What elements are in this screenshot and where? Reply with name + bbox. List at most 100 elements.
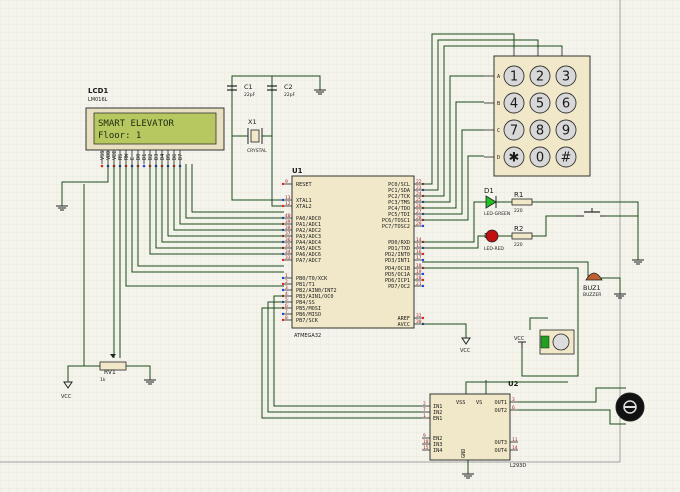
mcu-left-pin-number: 2 — [285, 279, 288, 285]
r2-body — [511, 232, 533, 240]
mcu-right-pin-number: 25 — [416, 197, 422, 203]
driver-left-pin-label: IN4 — [433, 448, 442, 454]
driver-part: L293D — [510, 463, 526, 469]
driver-right-pin-number: 6 — [512, 405, 515, 411]
driver-left-pin-number: 7 — [423, 407, 426, 413]
mcu-right-pin-label: PC7/TOSC2 — [382, 224, 410, 230]
lcd-part: LM016L — [88, 97, 108, 103]
keypad-key-label: 6 — [562, 97, 570, 112]
driver-left-pin-number: 2 — [423, 401, 426, 407]
driver-gnd: GND — [461, 449, 467, 458]
vcc-label-mcu: VCC — [460, 348, 471, 354]
driver-right-pin-label: OUT4 — [495, 448, 508, 454]
mcu-left-pin-number: 34 — [285, 249, 291, 255]
mcu-ref: U1 — [292, 167, 303, 175]
mcu-left-pin-number: 9 — [285, 179, 288, 185]
mcu-left-pin-number: 33 — [285, 255, 291, 261]
mcu-component[interactable]: U1 ATMEGA32 RESET9XTAL113XTAL212PA0/ADC0… — [281, 167, 425, 339]
lcd-line2: Floor: 1 — [98, 131, 141, 141]
mcu-right-pin-number: 32 — [416, 313, 422, 319]
d1-ref: D1 — [484, 187, 494, 195]
driver-vss: VSS — [456, 400, 465, 406]
driver-left-pin-label: EN1 — [433, 416, 442, 422]
mcu-right-pin-number: 18 — [416, 263, 422, 269]
keypad-key-label: 5 — [536, 97, 544, 112]
mcu-left-pin-label: PA7/ADC7 — [296, 258, 321, 264]
mcu-right-pin-number: 30 — [416, 319, 422, 325]
r2-ref: R2 — [514, 225, 523, 233]
mcu-left-pin-number: 12 — [285, 201, 291, 207]
mcu-right-pin-number: 19 — [416, 269, 422, 275]
driver-right-pin-number: 3 — [512, 397, 515, 403]
keypad-key-label: 1 — [510, 70, 518, 85]
driver-left-pin-number: 15 — [423, 445, 429, 451]
vcc-label-lcd: VCC — [61, 394, 72, 400]
buzzer-part: BUZZER — [583, 292, 601, 298]
pot-ref: RV1 — [104, 369, 116, 376]
mcu-right-pin-label: PD7/OC2 — [388, 284, 410, 290]
mcu-right-pin-number: 28 — [416, 215, 422, 221]
keypad-key-label: ✱ — [509, 151, 520, 166]
r1-value: 220 — [514, 208, 523, 214]
motor-2[interactable] — [615, 392, 645, 422]
keypad-row-label: C — [497, 128, 500, 134]
schematic-canvas[interactable]: LCD1 LM016L SMART ELEVATOR Floor: 1 VSS V… — [0, 0, 680, 492]
keypad-key-label: 7 — [510, 124, 518, 139]
mcu-left-pin-label: PB7/SCK — [296, 318, 319, 324]
d1-part: LED-GREEN — [484, 211, 510, 217]
keypad-key-label: 2 — [536, 70, 544, 85]
vcc-label-motor: VCC — [514, 336, 525, 342]
mcu-left-pin-number: 6 — [285, 303, 288, 309]
keypad-row-label: B — [497, 101, 500, 107]
mcu-left-pin-label: RESET — [296, 182, 312, 188]
d2-part: LED-RED — [484, 246, 504, 252]
buzzer-ref: BUZ1 — [583, 284, 601, 292]
mcu-left-pin-number: 38 — [285, 225, 291, 231]
lcd-line1: SMART ELEVATOR — [98, 119, 174, 129]
driver-right-pin-number: 14 — [512, 445, 518, 451]
c1-ref: C1 — [244, 83, 253, 91]
x1-ref: X1 — [248, 118, 257, 126]
r1-ref: R1 — [514, 191, 523, 199]
mcu-right-pin-label: PD3/INT1 — [385, 258, 410, 264]
mcu-right-pin-number: 24 — [416, 191, 422, 197]
mcu-right-pin-number: 23 — [416, 185, 422, 191]
driver-vs: VS — [476, 400, 482, 406]
lcd-ref: LCD1 — [88, 87, 108, 95]
mcu-part: ATMEGA32 — [294, 333, 321, 339]
lcd-pin-label: D7 — [178, 154, 184, 160]
mcu-left-pin-number: 1 — [285, 273, 288, 279]
keypad-key-label: 0 — [536, 151, 544, 166]
r2-value: 220 — [514, 242, 523, 248]
mcu-right-pin-number: 17 — [416, 255, 422, 261]
driver-right-pin-number: 11 — [512, 437, 518, 443]
mcu-left-pin-label: XTAL2 — [296, 204, 312, 210]
mcu-right-pin-number: 15 — [416, 243, 422, 249]
mcu-left-pin-number: 36 — [285, 237, 291, 243]
c2-value: 22pF — [284, 92, 296, 98]
mcu-right-pin-number: 21 — [416, 281, 422, 287]
keypad-row-label: D — [497, 155, 500, 161]
driver-left-pin-number: 9 — [423, 433, 426, 439]
mcu-right-pin-number: 22 — [416, 179, 422, 185]
mcu-right-pin-label: AVCC — [398, 322, 411, 328]
mcu-right-pin-number: 26 — [416, 203, 422, 209]
keypad-key-label: 3 — [562, 70, 570, 85]
driver-left-pin-number: 10 — [423, 439, 429, 445]
driver-right-pin-label: OUT3 — [495, 440, 508, 446]
mcu-left-pin-number: 8 — [285, 315, 288, 321]
mcu-left-pin-number: 5 — [285, 297, 288, 303]
driver-left-pin-number: 1 — [423, 413, 426, 419]
mcu-left-pin-number: 3 — [285, 285, 288, 291]
mcu-left-pin-number: 39 — [285, 219, 291, 225]
keypad-component[interactable]: 1 2 34 5 67 8 9✱ 0 # ABCD — [484, 48, 591, 177]
driver-right-pin-label: OUT1 — [495, 400, 508, 406]
keypad-key-label: 8 — [536, 124, 544, 139]
mcu-left-pin-number: 37 — [285, 231, 291, 237]
mcu-right-pin-number: 27 — [416, 209, 422, 215]
mcu-right-pin-number: 29 — [416, 221, 422, 227]
keypad-key-label: 4 — [510, 97, 518, 112]
driver-ref: U2 — [508, 380, 519, 388]
red-led-icon — [485, 229, 499, 243]
motor1-shaft-icon — [552, 333, 570, 351]
